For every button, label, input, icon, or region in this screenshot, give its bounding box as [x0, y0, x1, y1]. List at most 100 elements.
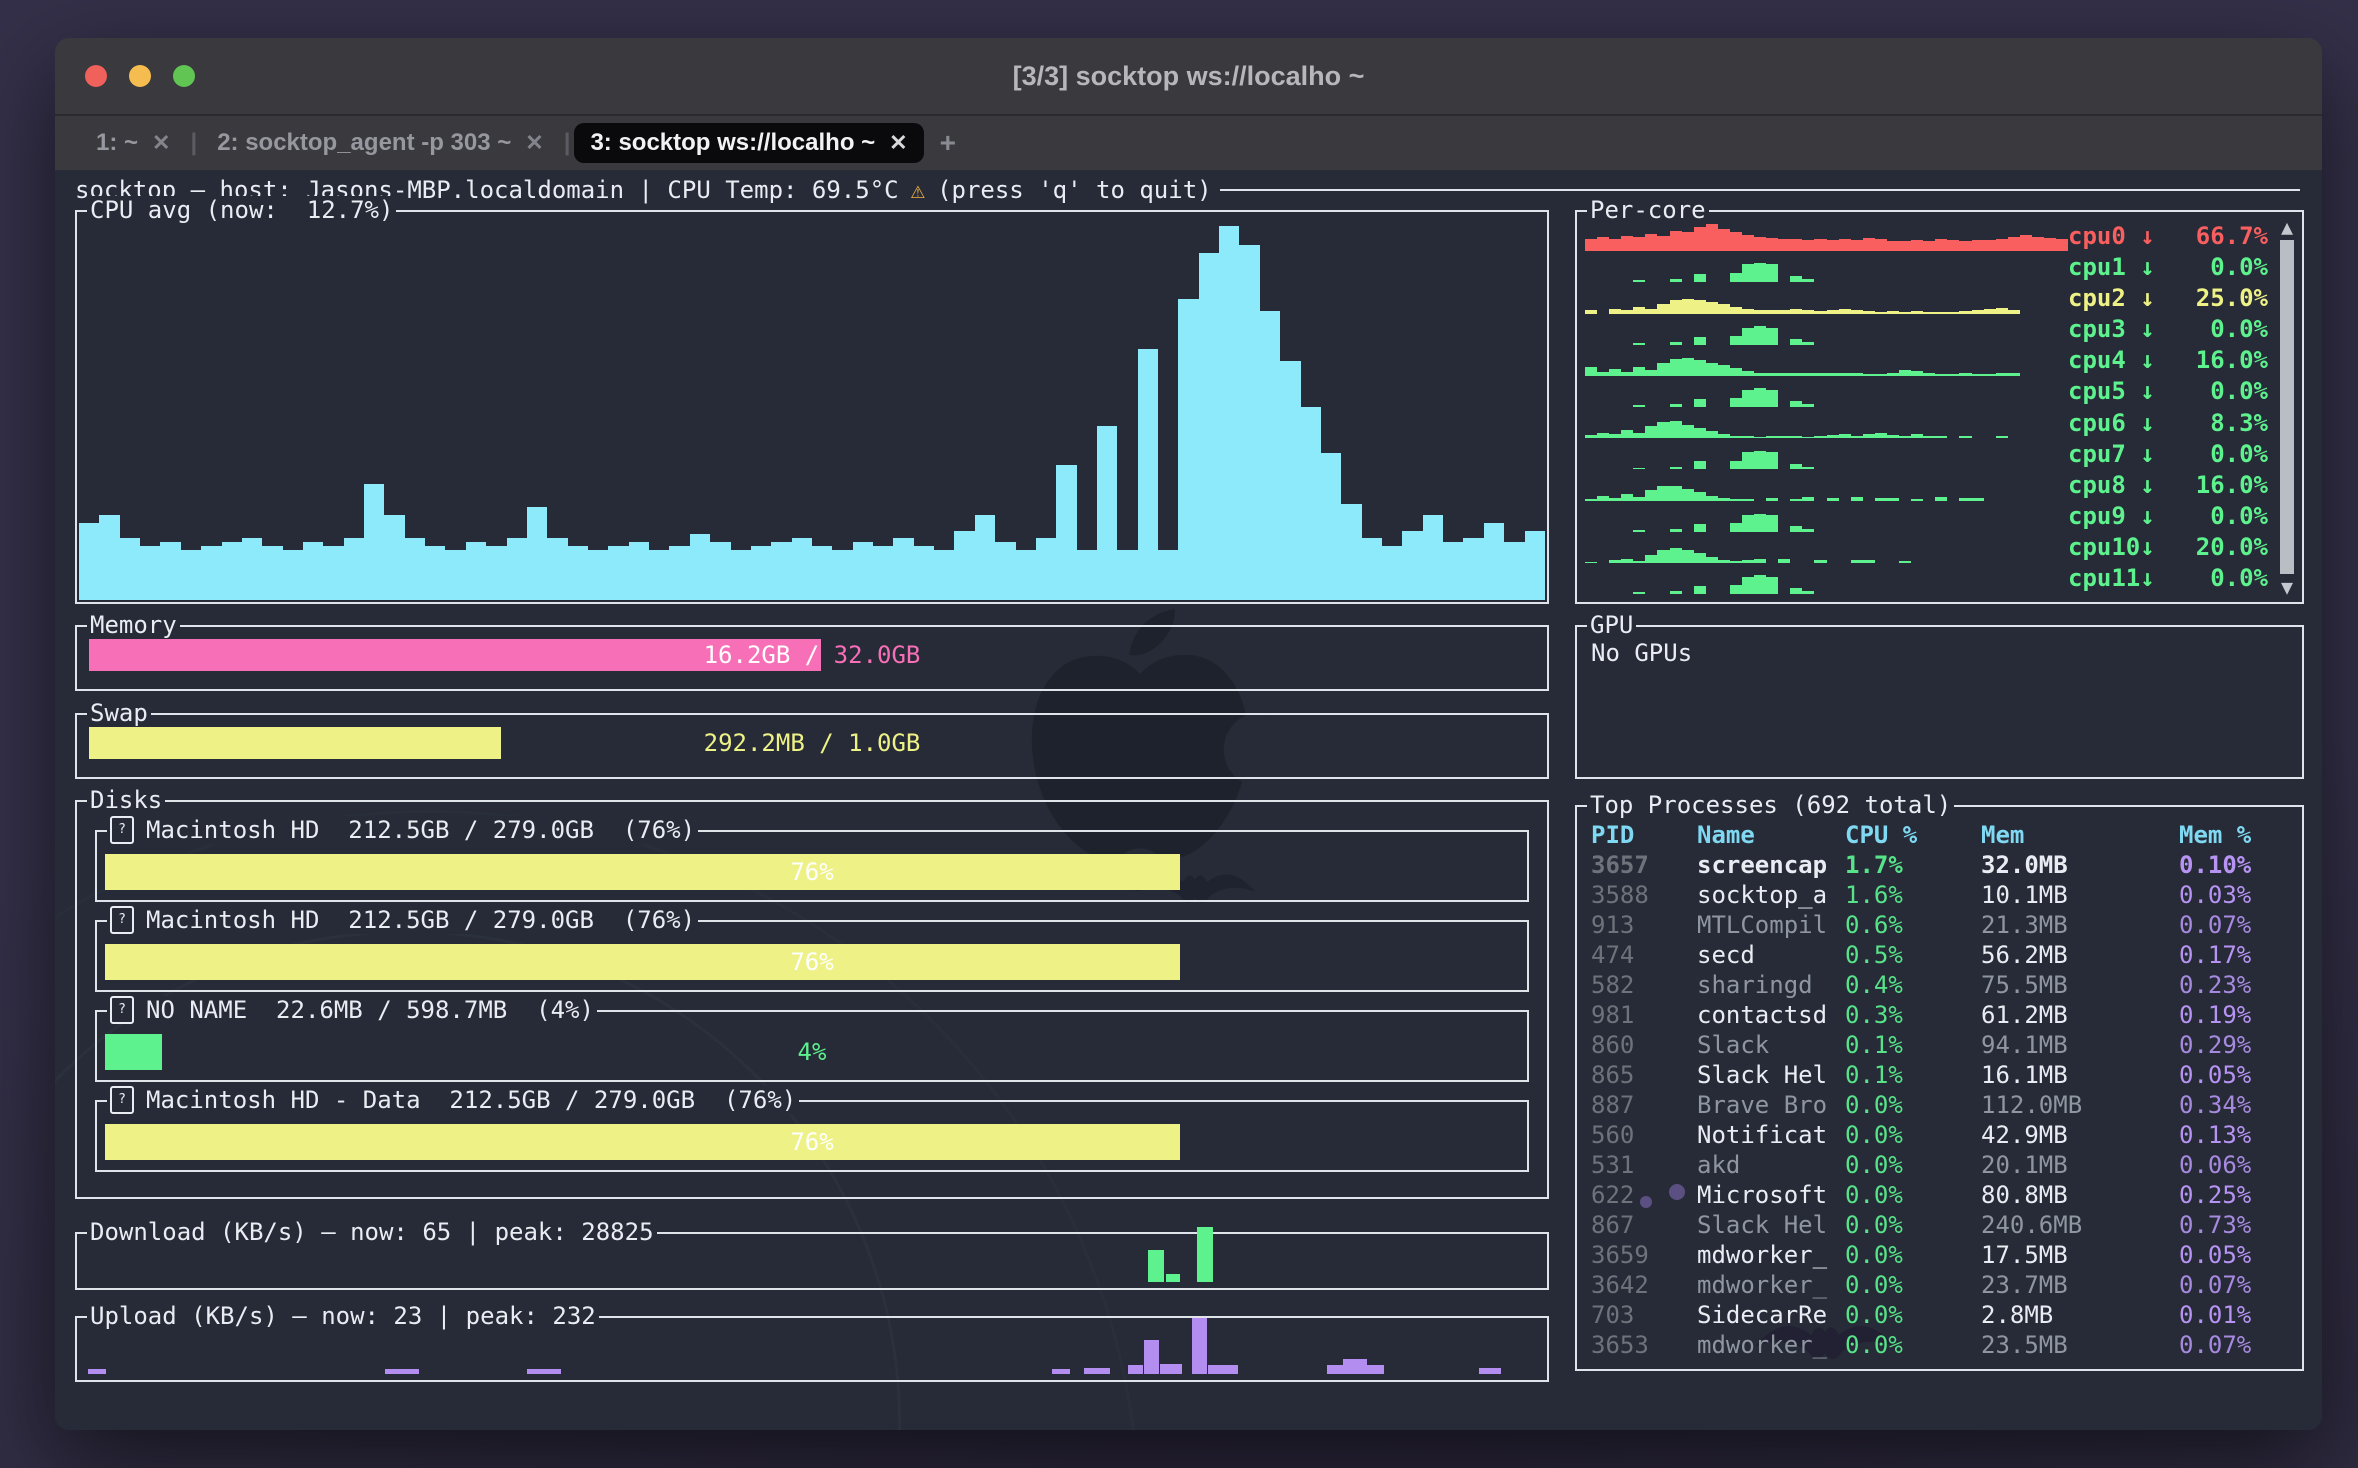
process-name: mdworker_	[1697, 1241, 1827, 1269]
core-spark-bar	[1694, 300, 1706, 314]
per-core-scrollbar[interactable]: ▲ ▼	[2276, 216, 2298, 598]
process-pid: 3642	[1591, 1271, 1649, 1299]
disk-item: ?Macintosh HD 212.5GB / 279.0GB (76%)76%	[95, 920, 1529, 992]
per-core-rows: cpu0 ↓66.7%cpu1 ↓0.0%cpu2 ↓25.0%cpu3 ↓0.…	[1585, 220, 2268, 594]
upload-bar	[385, 1369, 419, 1374]
core-row: cpu2 ↓25.0%	[1585, 282, 2268, 313]
tab-close-icon[interactable]: ✕	[152, 130, 170, 156]
window-title: [3/3] socktop ws://localho ~	[55, 38, 2322, 114]
cpu-history-bar	[507, 538, 527, 600]
core-spark-bar	[1682, 550, 1694, 563]
tab-3[interactable]: 3: socktop ws://localho ~ ✕	[574, 123, 923, 163]
processes-title: Top Processes (692 total)	[1587, 791, 1954, 819]
disk-item: ?Macintosh HD 212.5GB / 279.0GB (76%)76%	[95, 830, 1529, 902]
core-spark-bar	[1694, 227, 1706, 251]
core-spark-bar	[1742, 235, 1754, 251]
memory-gauge: 16.2GB / 32.0GB	[89, 639, 1535, 671]
core-row: cpu3 ↓0.0%	[1585, 314, 2268, 345]
core-value: 8.3%	[2210, 409, 2268, 437]
core-spark-bar	[1682, 232, 1694, 251]
tab-label: 3: socktop ws://localho ~	[590, 129, 875, 157]
new-tab-button[interactable]: +	[940, 127, 956, 159]
core-spark-bar	[1657, 422, 1669, 438]
process-pid: 3657	[1591, 851, 1649, 879]
scroll-down-icon[interactable]: ▼	[2281, 576, 2293, 598]
process-name: mdworker_	[1697, 1331, 1827, 1359]
core-spark-bar	[1682, 425, 1694, 439]
tab-close-icon[interactable]: ✕	[889, 130, 907, 156]
process-mem-pct: 0.25%	[2179, 1181, 2251, 1209]
cpu-history-bar	[120, 538, 140, 600]
core-spark-bar	[1766, 328, 1778, 345]
core-name: cpu6 ↓	[2068, 409, 2155, 437]
upload-bar	[88, 1369, 106, 1374]
core-spark-bar	[1670, 591, 1682, 594]
disk-item: ?NO NAME 22.6MB / 598.7MB (4%)4%	[95, 1010, 1529, 1082]
process-row: 622Microsoft0.0%80.8MB0.25%	[1577, 1181, 2302, 1211]
process-row: 865Slack Hel0.1%16.1MB0.05%	[1577, 1061, 2302, 1091]
core-spark-bar	[1790, 239, 1802, 251]
core-row: cpu6 ↓ 8.3%	[1585, 407, 2268, 438]
process-mem: 56.2MB	[1981, 941, 2068, 969]
process-mem: 32.0MB	[1981, 851, 2068, 879]
upload-panel: Upload (KB/s) — now: 23 | peak: 232	[75, 1316, 1549, 1382]
process-name: screencap	[1697, 851, 1827, 879]
process-cpu: 0.0%	[1845, 1271, 1903, 1299]
cpu-history-bar	[527, 507, 547, 600]
cpu-history-bar	[99, 515, 119, 600]
core-row: cpu1 ↓0.0%	[1585, 251, 2268, 282]
process-pid: 622	[1591, 1181, 1634, 1209]
process-pid: 865	[1591, 1061, 1634, 1089]
core-spark-bar	[1670, 300, 1682, 314]
core-spark-bar	[1875, 239, 1887, 251]
core-spark-bar	[1887, 241, 1899, 252]
download-bar	[1148, 1250, 1164, 1282]
cpu-history-bar	[466, 542, 486, 600]
core-sparkline	[1585, 501, 2068, 532]
core-spark-bar	[1670, 548, 1682, 563]
disk-gauge-label: 76%	[105, 1124, 1519, 1160]
process-name: sharingd	[1697, 971, 1813, 999]
process-pid: 703	[1591, 1301, 1634, 1329]
core-name: cpu5 ↓	[2068, 377, 2155, 405]
tab-close-icon[interactable]: ✕	[525, 130, 543, 156]
process-mem: 23.7MB	[1981, 1271, 2068, 1299]
tab-2[interactable]: 2: socktop_agent -p 303 ~✕	[201, 123, 560, 163]
process-pid: 887	[1591, 1091, 1634, 1119]
process-pid: 913	[1591, 911, 1634, 939]
core-spark-bar	[1694, 524, 1706, 532]
core-spark-bar	[1730, 523, 1742, 532]
title-bar[interactable]: [3/3] socktop ws://localho ~	[55, 38, 2322, 114]
process-cpu: 0.0%	[1845, 1211, 1903, 1239]
core-spark-bar	[1633, 307, 1645, 314]
core-sparkline	[1585, 407, 2068, 438]
scrollbar-track[interactable]	[2280, 240, 2294, 574]
core-spark-bar	[2044, 238, 2056, 251]
cpu-history-bar	[995, 542, 1015, 600]
core-spark-bar	[1645, 234, 1657, 251]
process-pid: 582	[1591, 971, 1634, 999]
core-row: cpu7 ↓0.0%	[1585, 438, 2268, 469]
tab-1[interactable]: 1: ~✕	[80, 123, 186, 163]
process-mem-pct: 0.34%	[2179, 1091, 2251, 1119]
core-spark-bar	[1730, 461, 1742, 470]
cpu-history-bar	[608, 546, 628, 600]
cpu-history-bar	[1056, 465, 1076, 600]
cpu-history-bar	[1117, 550, 1137, 600]
process-row: 3653mdworker_0.0%23.5MB0.07%	[1577, 1331, 2302, 1361]
core-spark-bar	[1621, 236, 1633, 251]
core-spark-bar	[1694, 274, 1706, 283]
core-spark-bar	[1694, 586, 1706, 594]
scroll-up-icon[interactable]: ▲	[2281, 216, 2293, 238]
cpu-history-bar	[1402, 531, 1422, 600]
core-row: cpu0 ↓66.7%	[1585, 220, 2268, 251]
disk-gauge-label: 76%	[105, 854, 1519, 890]
header-rule	[1220, 189, 2300, 191]
process-name: akd	[1697, 1151, 1740, 1179]
disk-item-title: ?Macintosh HD - Data 212.5GB / 279.0GB (…	[107, 1086, 799, 1114]
process-cpu: 0.0%	[1845, 1091, 1903, 1119]
status-header: socktop — host: Jasons-MBP.localdomain |…	[75, 176, 2300, 204]
per-core-title: Per-core	[1587, 196, 1709, 224]
cpu-history-bar	[1484, 523, 1504, 600]
cpu-history-bar	[1158, 550, 1178, 600]
